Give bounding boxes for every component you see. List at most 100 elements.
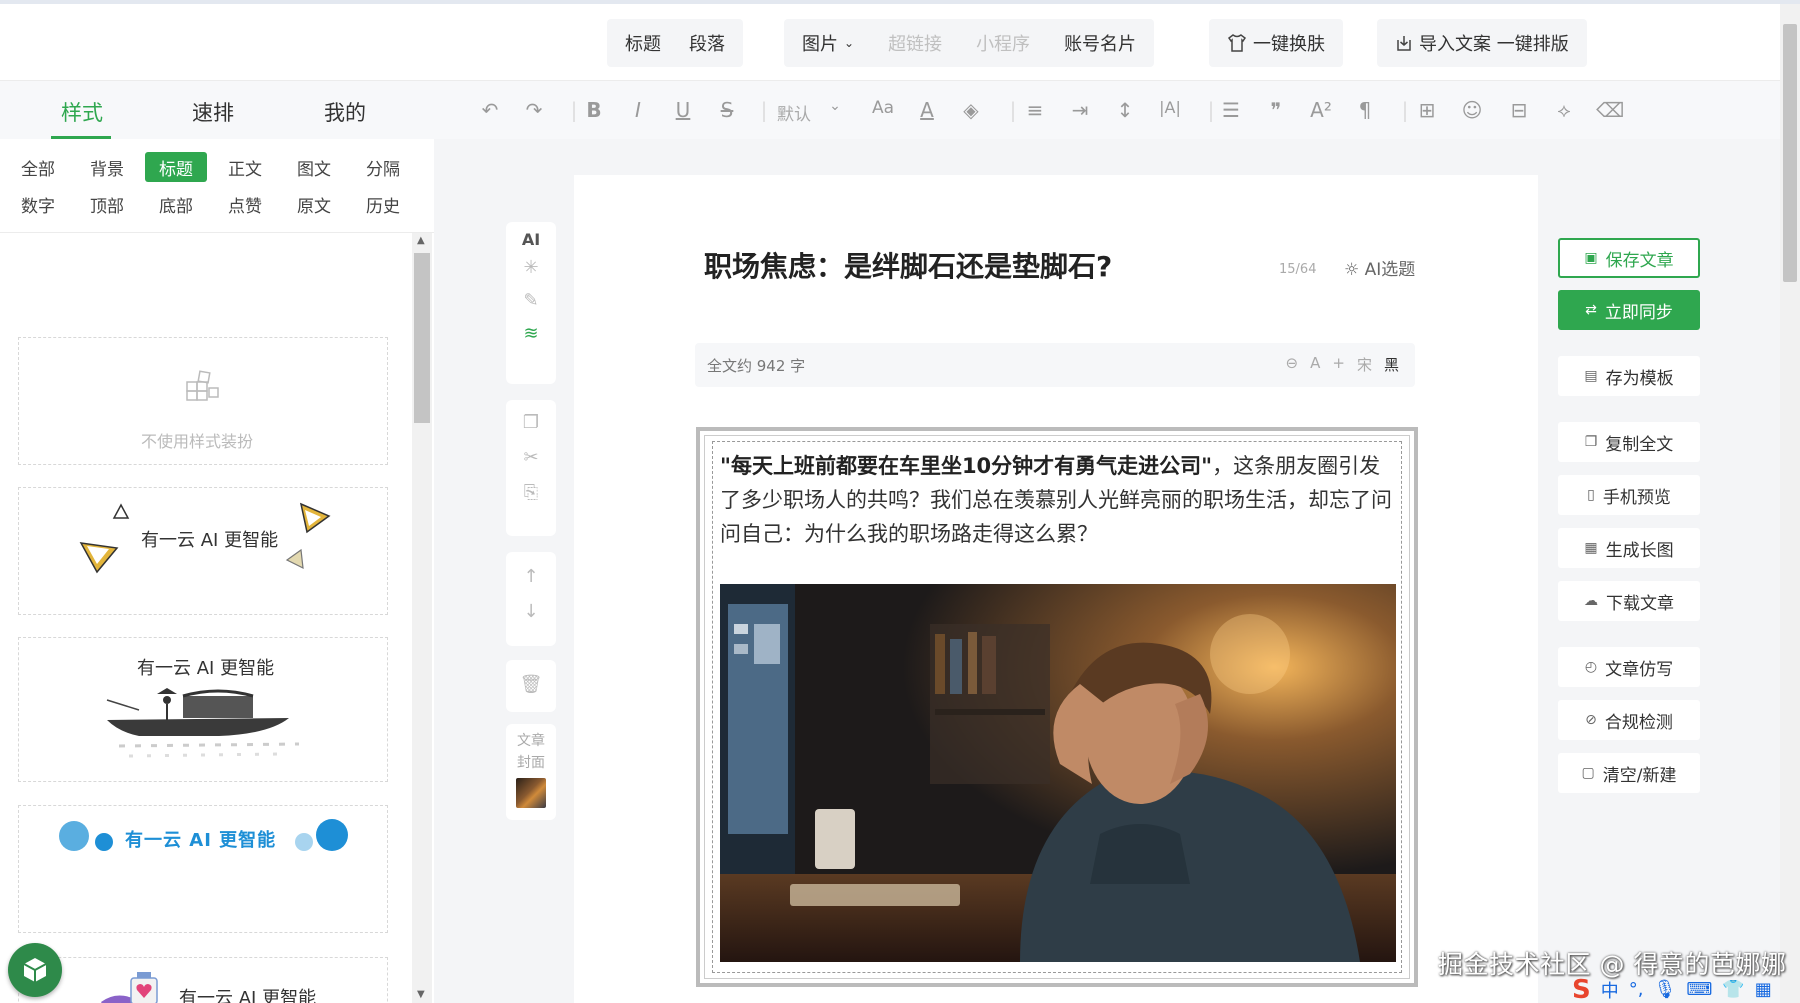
sparkle-icon[interactable]: ✳: [506, 257, 556, 278]
undo-icon[interactable]: ↶: [477, 98, 503, 122]
content-frame[interactable]: "每天上班前都要在车里坐10分钟才有勇气走进公司"，这条朋友圈引发了多少职场人的…: [696, 427, 1418, 987]
divider-line-icon[interactable]: ⊟: [1506, 98, 1532, 122]
chevron-down-icon[interactable]: ⌄: [822, 98, 848, 114]
category-number[interactable]: 数字: [7, 189, 69, 219]
redo-icon[interactable]: ↷: [521, 98, 547, 122]
ai-write-icon[interactable]: ✎: [506, 290, 556, 311]
copy-all-button[interactable]: ❐ 复制全文: [1558, 422, 1700, 462]
microphone-icon[interactable]: 🎙: [1653, 979, 1676, 1000]
style-list-scrollbar[interactable]: ▲ ▼: [412, 233, 432, 1003]
font-size-icon[interactable]: Aa: [870, 98, 896, 118]
category-history[interactable]: 历史: [352, 189, 414, 219]
insert-paragraph-button[interactable]: 段落: [679, 30, 735, 56]
ime-language-toggle[interactable]: 中: [1601, 977, 1619, 1003]
import-article-button[interactable]: 导入文案 一键排版: [1385, 30, 1579, 56]
style-card-boat[interactable]: 有一云 AI 更智能: [18, 637, 388, 782]
phone-icon: ▯: [1587, 487, 1595, 503]
insert-link-button[interactable]: 超链接: [878, 30, 952, 56]
cover-panel[interactable]: 文章封面: [506, 724, 556, 820]
insert-account-card-button[interactable]: 账号名片: [1054, 30, 1146, 56]
insert-image-button[interactable]: 图片 ⌄: [792, 30, 864, 56]
category-divider[interactable]: 分隔: [352, 152, 414, 182]
clear-new-button[interactable]: ▢ 清空/新建: [1558, 753, 1700, 793]
font-family-select[interactable]: 默认: [777, 100, 811, 125]
paragraph-icon[interactable]: ¶: [1352, 98, 1378, 122]
insert-miniprogram-button[interactable]: 小程序: [966, 30, 1040, 56]
copy-icon[interactable]: ❐: [506, 412, 556, 433]
table-icon[interactable]: ⊞: [1414, 98, 1440, 122]
sync-now-button[interactable]: ⇄ 立即同步: [1558, 290, 1700, 330]
delete-tool-panel: 🗑: [506, 660, 556, 712]
font-increase-icon[interactable]: +: [1332, 354, 1345, 375]
style-card-blue-dots[interactable]: 有一云 AI 更智能: [18, 805, 388, 933]
strikethrough-icon[interactable]: S: [714, 98, 740, 122]
punctuation-icon[interactable]: °,: [1629, 979, 1644, 1000]
italic-icon[interactable]: I: [625, 98, 651, 122]
ai-topic-button[interactable]: ☼ AI选题: [1344, 255, 1415, 280]
move-up-icon[interactable]: ↑: [506, 566, 556, 587]
font-color-icon[interactable]: A: [914, 98, 940, 122]
insert-title-button[interactable]: 标题: [615, 30, 671, 56]
category-background[interactable]: 背景: [76, 152, 138, 182]
article-rewrite-button[interactable]: ◴ 文章仿写: [1558, 647, 1700, 687]
tab-mine[interactable]: 我的: [324, 97, 366, 127]
category-like[interactable]: 点赞: [214, 189, 276, 219]
toolbox-grid-icon[interactable]: ▦: [1755, 979, 1772, 1000]
move-down-icon[interactable]: ↓: [506, 601, 556, 622]
category-body[interactable]: 正文: [214, 152, 276, 182]
article-title[interactable]: 职场焦虑：是绊脚石还是垫脚石?: [704, 245, 1112, 285]
style-card-none[interactable]: 不使用样式装扮: [18, 337, 388, 465]
superscript-icon[interactable]: A²: [1308, 98, 1334, 122]
format-painter-icon[interactable]: ⟡: [1551, 98, 1577, 122]
indent-icon[interactable]: ⇥: [1067, 98, 1093, 122]
compliance-check-button[interactable]: ⊘ 合规检测: [1558, 700, 1700, 740]
line-height-icon[interactable]: ↕: [1112, 98, 1138, 122]
sogou-logo-icon[interactable]: S: [1572, 975, 1591, 1003]
highlight-icon[interactable]: ◈: [958, 98, 984, 122]
ai-badge[interactable]: AI: [506, 230, 556, 249]
tab-styles[interactable]: 样式: [61, 97, 103, 127]
skin-shirt-icon[interactable]: 👕: [1722, 979, 1744, 1000]
font-song-toggle[interactable]: 宋: [1357, 354, 1372, 375]
scroll-up-icon[interactable]: ▲: [417, 235, 425, 246]
scroll-down-icon[interactable]: ▼: [417, 989, 425, 1000]
letter-spacing-icon[interactable]: |A|: [1157, 98, 1183, 117]
keyboard-icon[interactable]: ⌨: [1686, 979, 1712, 1000]
long-image-button[interactable]: ▦ 生成长图: [1558, 528, 1700, 568]
bold-icon[interactable]: B: [581, 98, 607, 122]
page-scrollbar[interactable]: [1780, 4, 1800, 1003]
font-hei-toggle[interactable]: 黑: [1384, 354, 1399, 375]
mobile-preview-button[interactable]: ▯ 手机预览: [1558, 475, 1700, 515]
cover-thumbnail[interactable]: [516, 778, 546, 808]
page-scroll-thumb[interactable]: [1783, 24, 1797, 282]
category-image-text[interactable]: 图文: [283, 152, 345, 182]
paste-icon[interactable]: ⎘: [506, 482, 556, 503]
category-top[interactable]: 顶部: [76, 189, 138, 219]
quote-icon[interactable]: ❞: [1263, 98, 1289, 122]
category-bottom[interactable]: 底部: [145, 189, 207, 219]
opening-paragraph[interactable]: "每天上班前都要在车里坐10分钟才有勇气走进公司"，这条朋友圈引发了多少职场人的…: [720, 449, 1400, 551]
eraser-icon[interactable]: ⌫: [1596, 98, 1624, 122]
category-all[interactable]: 全部: [7, 152, 69, 182]
underline-icon[interactable]: U: [670, 98, 696, 122]
save-as-template-button[interactable]: ▤ 存为模板: [1558, 356, 1700, 396]
category-original[interactable]: 原文: [283, 189, 345, 219]
style-list-scroll-thumb[interactable]: [414, 253, 430, 423]
download-article-button[interactable]: ☁ 下载文章: [1558, 581, 1700, 621]
font-decrease-icon[interactable]: ⊖: [1286, 354, 1299, 375]
one-click-skin-button[interactable]: 一键换肤: [1217, 30, 1335, 56]
save-article-button[interactable]: ▣ 保存文章: [1558, 238, 1700, 278]
article-photo[interactable]: [720, 584, 1396, 962]
category-title[interactable]: 标题: [145, 152, 207, 182]
tab-quick-layout[interactable]: 速排: [192, 97, 234, 127]
trash-icon[interactable]: 🗑: [506, 674, 556, 695]
style-card-love-letter[interactable]: 有一云 AI 更智能: [18, 957, 388, 1003]
ai-layout-icon[interactable]: ≋: [506, 323, 556, 344]
floating-helper-button[interactable]: [8, 943, 62, 997]
cut-icon[interactable]: ✂: [506, 447, 556, 468]
emoji-icon[interactable]: ☺: [1459, 98, 1485, 122]
font-a-toggle[interactable]: A: [1310, 354, 1320, 375]
style-card-triangles[interactable]: 有一云 AI 更智能: [18, 487, 388, 615]
list-icon[interactable]: ☰: [1218, 98, 1244, 122]
align-left-icon[interactable]: ≡: [1022, 98, 1048, 122]
